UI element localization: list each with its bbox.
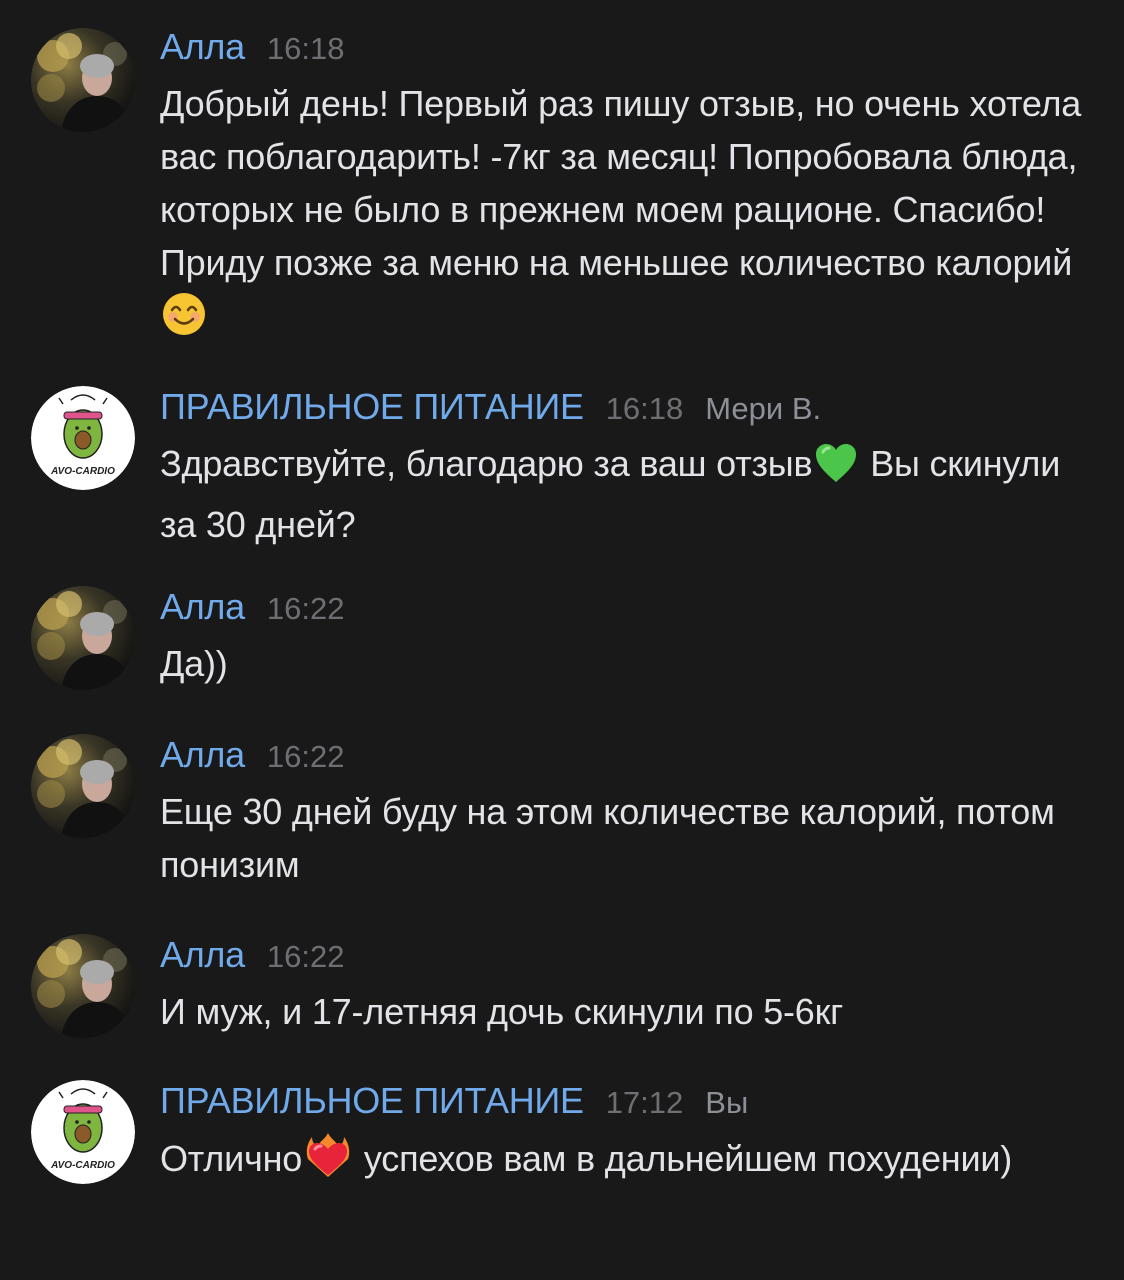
message-time: 16:22	[266, 591, 345, 626]
message-text-content: Отлично	[160, 1138, 303, 1179]
avatar-alla[interactable]	[31, 28, 135, 132]
message-text: Добрый день! Первый раз пишу отзыв, но о…	[160, 77, 1090, 350]
avatar-logo-text: AVO-CARDIO	[50, 466, 115, 477]
message-text-content: Здравствуйте, благодарю за ваш отзыв	[160, 443, 813, 484]
green-heart-emoji	[814, 442, 858, 498]
message-time: 16:22	[266, 939, 345, 974]
avatar-alla[interactable]	[31, 934, 135, 1038]
message-time: 16:18	[266, 31, 345, 66]
message-text: Да))	[160, 643, 228, 684]
message-text: Отлично успехов вам в дальнейшем похуден…	[160, 1131, 1090, 1193]
message-text: И муж, и 17-летняя дочь скинули по 5-6кг	[160, 991, 844, 1032]
message-time: 16:22	[266, 739, 345, 774]
message-text: Еще 30 дней буду на этом количестве кало…	[160, 791, 1055, 885]
message-text-content: успехов вам в дальнейшем похудении)	[354, 1138, 1013, 1179]
message-author[interactable]: Алла	[160, 26, 245, 68]
message-sender: Вы	[705, 1085, 749, 1120]
avatar-alla[interactable]	[31, 586, 135, 690]
message-text: Здравствуйте, благодарю за ваш отзыв Вы …	[160, 437, 1090, 551]
message-time: 17:12	[605, 1085, 684, 1120]
message-sender: Мери В.	[705, 391, 822, 426]
avatar-logo-text: AVO-CARDIO	[50, 1160, 115, 1171]
message-author[interactable]: Алла	[160, 586, 245, 628]
message-time: 16:18	[605, 391, 684, 426]
avatar-avo-cardio[interactable]: AVO-CARDIO	[31, 386, 135, 490]
message-text-content: Добрый день! Первый раз пишу отзыв, но о…	[160, 83, 1082, 283]
smiling-face-emoji	[162, 292, 206, 350]
avatar-alla[interactable]	[31, 734, 135, 838]
heart-on-fire-emoji	[304, 1131, 352, 1193]
message-author[interactable]: ПРАВИЛЬНОЕ ПИТАНИЕ	[160, 1080, 584, 1122]
message-author[interactable]: ПРАВИЛЬНОЕ ПИТАНИЕ	[160, 386, 584, 428]
avatar-avo-cardio[interactable]: AVO-CARDIO	[31, 1080, 135, 1184]
message-author[interactable]: Алла	[160, 734, 245, 776]
message-author[interactable]: Алла	[160, 934, 245, 976]
